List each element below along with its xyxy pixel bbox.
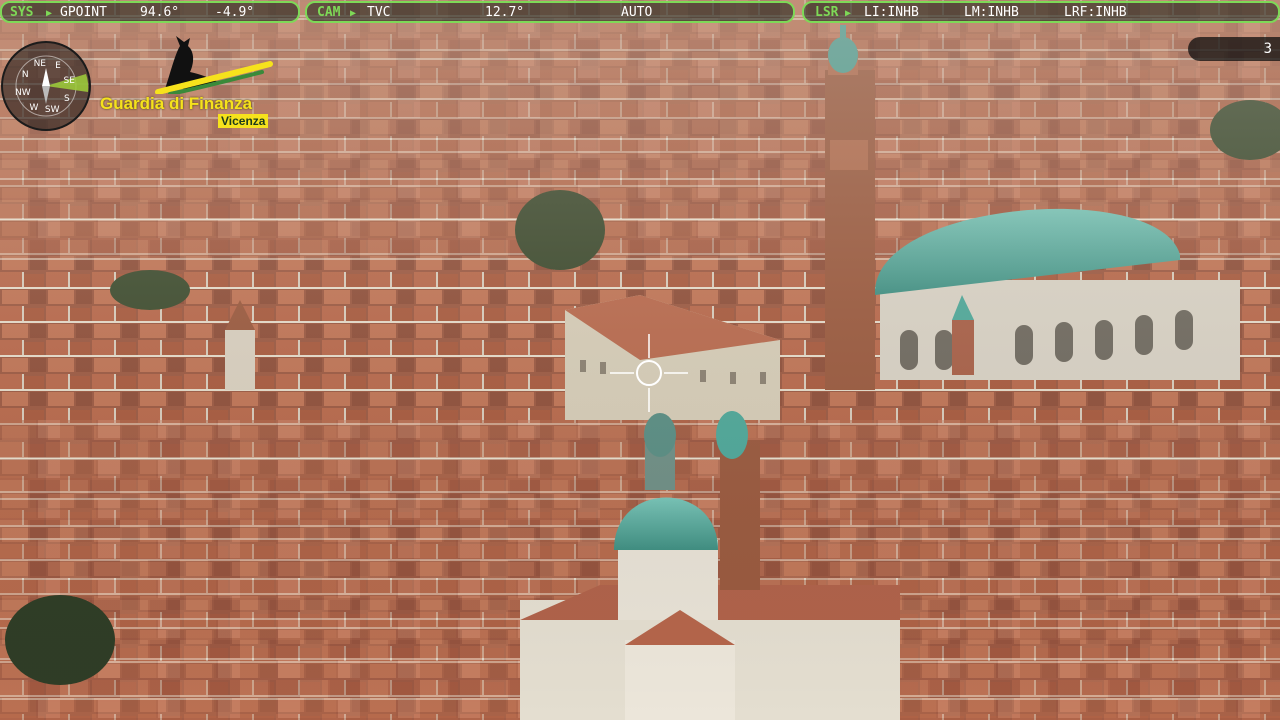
- chevron-right-icon: ▶: [845, 8, 852, 19]
- compass-label: N: [22, 70, 29, 80]
- hud-sys-azimuth: 94.6°: [140, 5, 180, 20]
- griffin-emblem-icon: [155, 36, 273, 96]
- compass-label: NW: [15, 88, 31, 98]
- compass-label: SW: [45, 105, 60, 115]
- guardia-di-finanza-logo: Guardia di Finanza Vicenza: [100, 34, 280, 130]
- chevron-right-icon: ▶: [350, 8, 357, 19]
- hud-lsr-key: LSR: [815, 5, 839, 20]
- compass-label: S: [64, 94, 70, 104]
- hud-cam-bar: CAM ▶ TVC 12.7° AUTO: [305, 1, 795, 23]
- compass-label: NE: [34, 59, 47, 69]
- hud-lsr-lm: LM:INHB: [964, 5, 1019, 20]
- frame-counter: 3: [1188, 37, 1280, 61]
- chevron-right-icon: ▶: [46, 8, 53, 19]
- hud-cam-key: CAM: [317, 5, 341, 20]
- logo-subtitle: Vicenza: [218, 114, 269, 128]
- hud-sys-bar: SYS GPOINT 94.6° -4.9° ▶: [0, 1, 300, 23]
- hud-sys-elevation: -4.9°: [215, 5, 255, 20]
- crosshair-reticle-icon: [610, 334, 688, 412]
- hud-lsr-lrf: LRF:INHB: [1064, 5, 1127, 20]
- compass-label: SE: [63, 76, 75, 86]
- compass-label: E: [55, 61, 61, 71]
- hud-sys-mode: GPOINT: [60, 5, 107, 20]
- hud-cam-focus: AUTO: [621, 5, 653, 20]
- hud-cam-fov: 12.7°: [485, 5, 525, 20]
- compass-rose-icon: N NE E SE S SW W NW: [0, 40, 92, 132]
- hud-cam-sensor: TVC: [367, 5, 391, 20]
- hud-lsr-bar: LSR ▶ LI:INHB LM:INHB LRF:INHB: [802, 1, 1280, 23]
- logo-name: Guardia di Finanza: [100, 94, 253, 113]
- compass-label: W: [30, 103, 39, 113]
- hud-lsr-li: LI:INHB: [864, 5, 919, 20]
- hud-sys-key: SYS: [10, 5, 34, 20]
